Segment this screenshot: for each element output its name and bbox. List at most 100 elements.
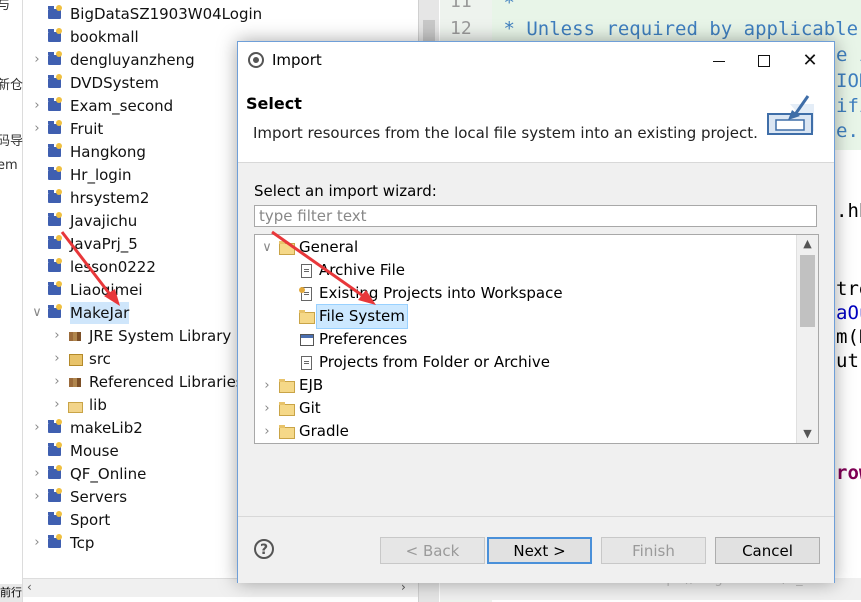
project-icon [48, 488, 62, 503]
chevron-down-icon[interactable]: ∨ [31, 302, 43, 324]
chevron-right-icon[interactable]: › [31, 486, 43, 508]
tree-item[interactable]: › JRE System Library [J [51, 325, 246, 347]
chevron-down-icon[interactable]: ∨ [261, 236, 273, 259]
wizard-tree-item[interactable]: Projects from Folder or Archive [299, 351, 550, 374]
tree-item[interactable]: › src [51, 348, 111, 370]
folder-icon [299, 309, 315, 324]
chevron-right-icon[interactable]: › [51, 371, 63, 393]
wizard-tree[interactable]: ∨ General Archive File Existing Projects in… [254, 234, 819, 444]
tree-item[interactable]: ›lesson0222 [31, 256, 156, 278]
tree-item[interactable]: ∨ MakeJar [31, 302, 130, 324]
tree-item-label: Tcp [70, 534, 95, 552]
tree-item-label: src [89, 350, 111, 368]
tree-item[interactable]: › dengluyanzheng [31, 49, 195, 71]
chevron-right-icon[interactable]: › [51, 394, 63, 416]
next-button[interactable]: Next > [487, 537, 592, 564]
tree-item[interactable]: › lib [51, 394, 107, 416]
maximize-button[interactable] [741, 42, 787, 80]
tree-item-label: Servers [70, 488, 128, 506]
tree-item[interactable]: › Exam_second [31, 95, 173, 117]
scroll-left-icon[interactable]: ‹ [27, 580, 32, 594]
tree-item[interactable]: › Servers [31, 486, 127, 508]
chevron-right-icon[interactable]: › [261, 420, 273, 443]
tree-item-label: Hr_login [70, 166, 132, 184]
tree-item[interactable]: ›Javajichu [31, 210, 137, 232]
wizard-tree-item[interactable]: File System [299, 304, 408, 329]
minimize-button[interactable] [696, 42, 742, 80]
tree-item-label: lib [89, 396, 107, 414]
chevron-right-icon[interactable]: › [51, 348, 63, 370]
dialog-titlebar[interactable]: Import ✕ [238, 42, 834, 80]
wizard-tree-item[interactable]: › Gradle [261, 420, 349, 443]
project-icon [48, 97, 62, 112]
wizard-tree-item[interactable]: Existing Projects into Workspace [299, 282, 563, 305]
tree-item-label: Referenced Libraries [89, 373, 244, 391]
tree-item[interactable]: ›Liaoqimei [31, 279, 143, 301]
tree-item[interactable]: › QF_Online [31, 463, 146, 485]
code-line: e i [836, 44, 861, 66]
package-icon [68, 353, 83, 366]
chevron-right-icon[interactable]: › [51, 325, 63, 347]
tree-item[interactable]: › Referenced Libraries [51, 371, 244, 393]
code-line: row [836, 462, 861, 484]
tree-item[interactable]: ›bookmall [31, 26, 139, 48]
scroll-down-icon[interactable]: ▼ [797, 425, 818, 443]
wizard-tree-item[interactable]: ∨ General [261, 236, 358, 259]
close-button[interactable]: ✕ [787, 42, 833, 80]
tree-item[interactable]: ›Hangkong [31, 141, 146, 163]
chevron-right-icon[interactable]: › [31, 463, 43, 485]
strip-text: 与 [0, 0, 11, 13]
scroll-up-icon[interactable]: ▲ [797, 235, 818, 253]
project-icon [48, 534, 62, 549]
chevron-right-icon[interactable]: › [31, 417, 43, 439]
tree-item[interactable]: › Tcp [31, 532, 94, 554]
scroll-thumb[interactable] [800, 255, 815, 327]
filter-input[interactable] [254, 205, 817, 227]
wizard-tree-item-label: File System [316, 304, 408, 329]
finish-button[interactable]: Finish [601, 537, 706, 564]
chevron-right-icon[interactable]: › [31, 49, 43, 71]
chevron-right-icon[interactable]: › [31, 95, 43, 117]
project-icon [48, 120, 62, 135]
tree-item[interactable]: ›JavaPrj_5 [31, 233, 138, 255]
chevron-right-icon[interactable]: › [261, 397, 273, 420]
back-button[interactable]: < Back [380, 537, 485, 564]
tree-item-label: Hangkong [70, 143, 146, 161]
tree-item-label: Fruit [70, 120, 104, 138]
tree-item[interactable]: › makeLib2 [31, 417, 143, 439]
code-line: ut; [836, 350, 861, 372]
import-dialog: Import ✕ Select Import resources from th… [237, 41, 835, 583]
chevron-right-icon[interactable]: › [261, 374, 273, 397]
code-line: ION [836, 70, 861, 92]
tree-item[interactable]: ›hrsystem2 [31, 187, 149, 209]
project-icon [48, 442, 62, 457]
tree-item-label: MakeJar [70, 302, 130, 324]
wizard-tree-item[interactable]: Preferences [299, 328, 407, 351]
strip-text: em [0, 158, 18, 173]
project-icon [48, 28, 62, 43]
code-line: e. [836, 120, 859, 142]
tree-item[interactable]: ›DVDSystem [31, 72, 159, 94]
tree-item[interactable]: ›Hr_login [31, 164, 132, 186]
tree-item[interactable]: ›Sport [31, 509, 110, 531]
wizard-tree-item[interactable]: › Git [261, 397, 320, 420]
wizard-page-description: Import resources from the local file sys… [253, 124, 758, 142]
line-number: 12 [450, 18, 472, 39]
archive-icon [299, 264, 314, 278]
project-icon [48, 189, 62, 204]
tree-item[interactable]: ›BigDataSZ1903W04Login [31, 3, 262, 25]
project-icon [48, 465, 62, 480]
tree-item-label: Sport [70, 511, 111, 529]
wizard-tree-item[interactable]: Archive File [299, 259, 405, 282]
help-button[interactable]: ? [254, 539, 274, 559]
code-line: * Unless required by applicable l [492, 18, 861, 40]
wizard-tree-item-label: Gradle [299, 422, 349, 440]
cancel-button[interactable]: Cancel [715, 537, 820, 564]
wizard-tree-item[interactable]: › EJB [261, 374, 323, 397]
tree-item-label: QF_Online [70, 465, 147, 483]
tree-item[interactable]: ›Mouse [31, 440, 119, 462]
tree-item[interactable]: › Fruit [31, 118, 103, 140]
chevron-right-icon[interactable]: › [31, 118, 43, 140]
wizard-tree-scrollbar[interactable]: ▲ ▼ [796, 235, 818, 443]
chevron-right-icon[interactable]: › [31, 532, 43, 554]
